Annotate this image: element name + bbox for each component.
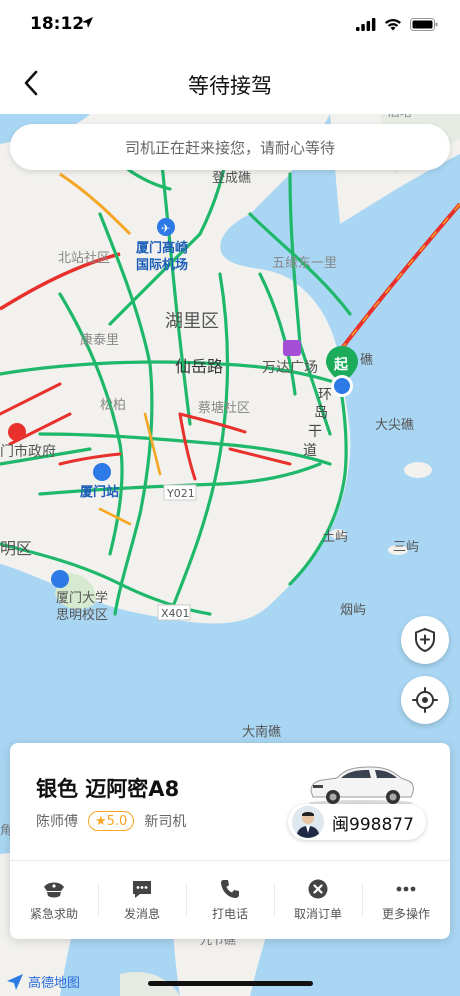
amap-logo-icon [7,973,23,990]
map-label: 万达广场 [262,360,318,376]
phone-icon [221,879,239,898]
map-label: 大尖礁 [375,417,414,433]
driver-name: 陈师傅 [36,814,78,830]
map-label: X401 [161,607,190,620]
waiting-notice: 司机正在赶来接您，请耐心等待 [10,124,450,170]
map-label: 后塔 [388,114,412,119]
locate-button[interactable] [401,676,449,724]
map-label: 国际机场 [136,257,188,273]
attribution-text: 高德地图 [28,976,81,991]
emergency-help-button[interactable]: 紧急求助 [10,861,98,939]
map-label: 湖里区 [165,311,219,332]
license-plate-pill: 闽998877 [288,804,426,840]
page-title: 等待接驾 [188,74,272,98]
map-label: Y021 [166,487,195,500]
map-label: 门市政府 [0,443,56,460]
driver-card: 银色 迈阿密A8 陈师傅 ★5.0 新司机 闽998877 紧急求助 发消息 打… [10,743,450,939]
map-label: 登成礁 [212,170,251,186]
map-label: 大南礁 [242,724,281,740]
driver-tag: 新司机 [144,814,187,830]
map-label: 烟屿 [340,603,366,618]
map-label: 土屿 [322,530,348,545]
svg-text:起: 起 [333,356,349,373]
map-label: 康泰里 [80,332,119,348]
home-indicator[interactable] [148,981,313,986]
shield-plus-icon [415,627,435,653]
driver-rating: ★5.0 [88,811,135,831]
cancel-icon [308,879,328,898]
map-attribution: 高德地图 [6,972,80,991]
map-label: 环 [318,387,332,403]
map-label: 道 [303,443,317,459]
action-label: 打电话 [211,906,248,921]
signal-icon [356,18,376,31]
driver-info: 陈师傅 ★5.0 新司机 [36,811,186,831]
action-label: 更多操作 [381,906,430,921]
car-image [309,766,414,806]
license-plate: 闽998877 [332,814,414,835]
map-label: 厦门高崎 [136,240,188,256]
call-button[interactable]: 打电话 [186,861,274,939]
map-label: 干 [308,424,322,440]
action-label: 发消息 [123,906,160,921]
map-label: 北站社区 [58,250,110,266]
more-icon [396,886,416,891]
battery-icon [410,18,438,31]
message-icon [133,880,151,898]
map-label: 岛 [314,405,328,421]
map-label: 思明校区 [56,607,108,623]
map-label: 蔡塘社区 [198,400,250,416]
navigation-bar: 等待接驾 [0,52,460,114]
map-label: 礁 [360,352,373,368]
locate-target-icon [412,687,438,713]
driver-avatar [292,806,324,838]
svg-text:✈: ✈ [161,222,170,235]
map-label: 三屿 [393,540,419,555]
action-label: 取消订单 [293,906,342,921]
map-label: 仙岳路 [175,357,223,376]
map-label: 明区 [0,539,32,558]
status-time: 18:12 [30,14,85,34]
map-label: 五缘东一里 [272,256,337,271]
map-label: 厦门站 [80,484,119,500]
safety-button[interactable] [401,616,449,664]
status-bar: 18:12 [0,0,460,52]
send-message-button[interactable]: 发消息 [98,861,186,939]
wifi-icon [385,19,401,31]
cancel-order-button[interactable]: 取消订单 [274,861,362,939]
car-model: 银色 迈阿密A8 [36,777,180,801]
action-bar: 紧急求助 发消息 打电话 取消订单 更多操作 [10,861,450,939]
map-label: 厦门大学 [56,590,108,606]
more-actions-button[interactable]: 更多操作 [362,861,450,939]
action-label: 紧急求助 [29,906,78,921]
map-label: 松柏 [100,398,126,413]
police-hat-icon [44,882,64,897]
location-arrow-icon [82,17,93,28]
